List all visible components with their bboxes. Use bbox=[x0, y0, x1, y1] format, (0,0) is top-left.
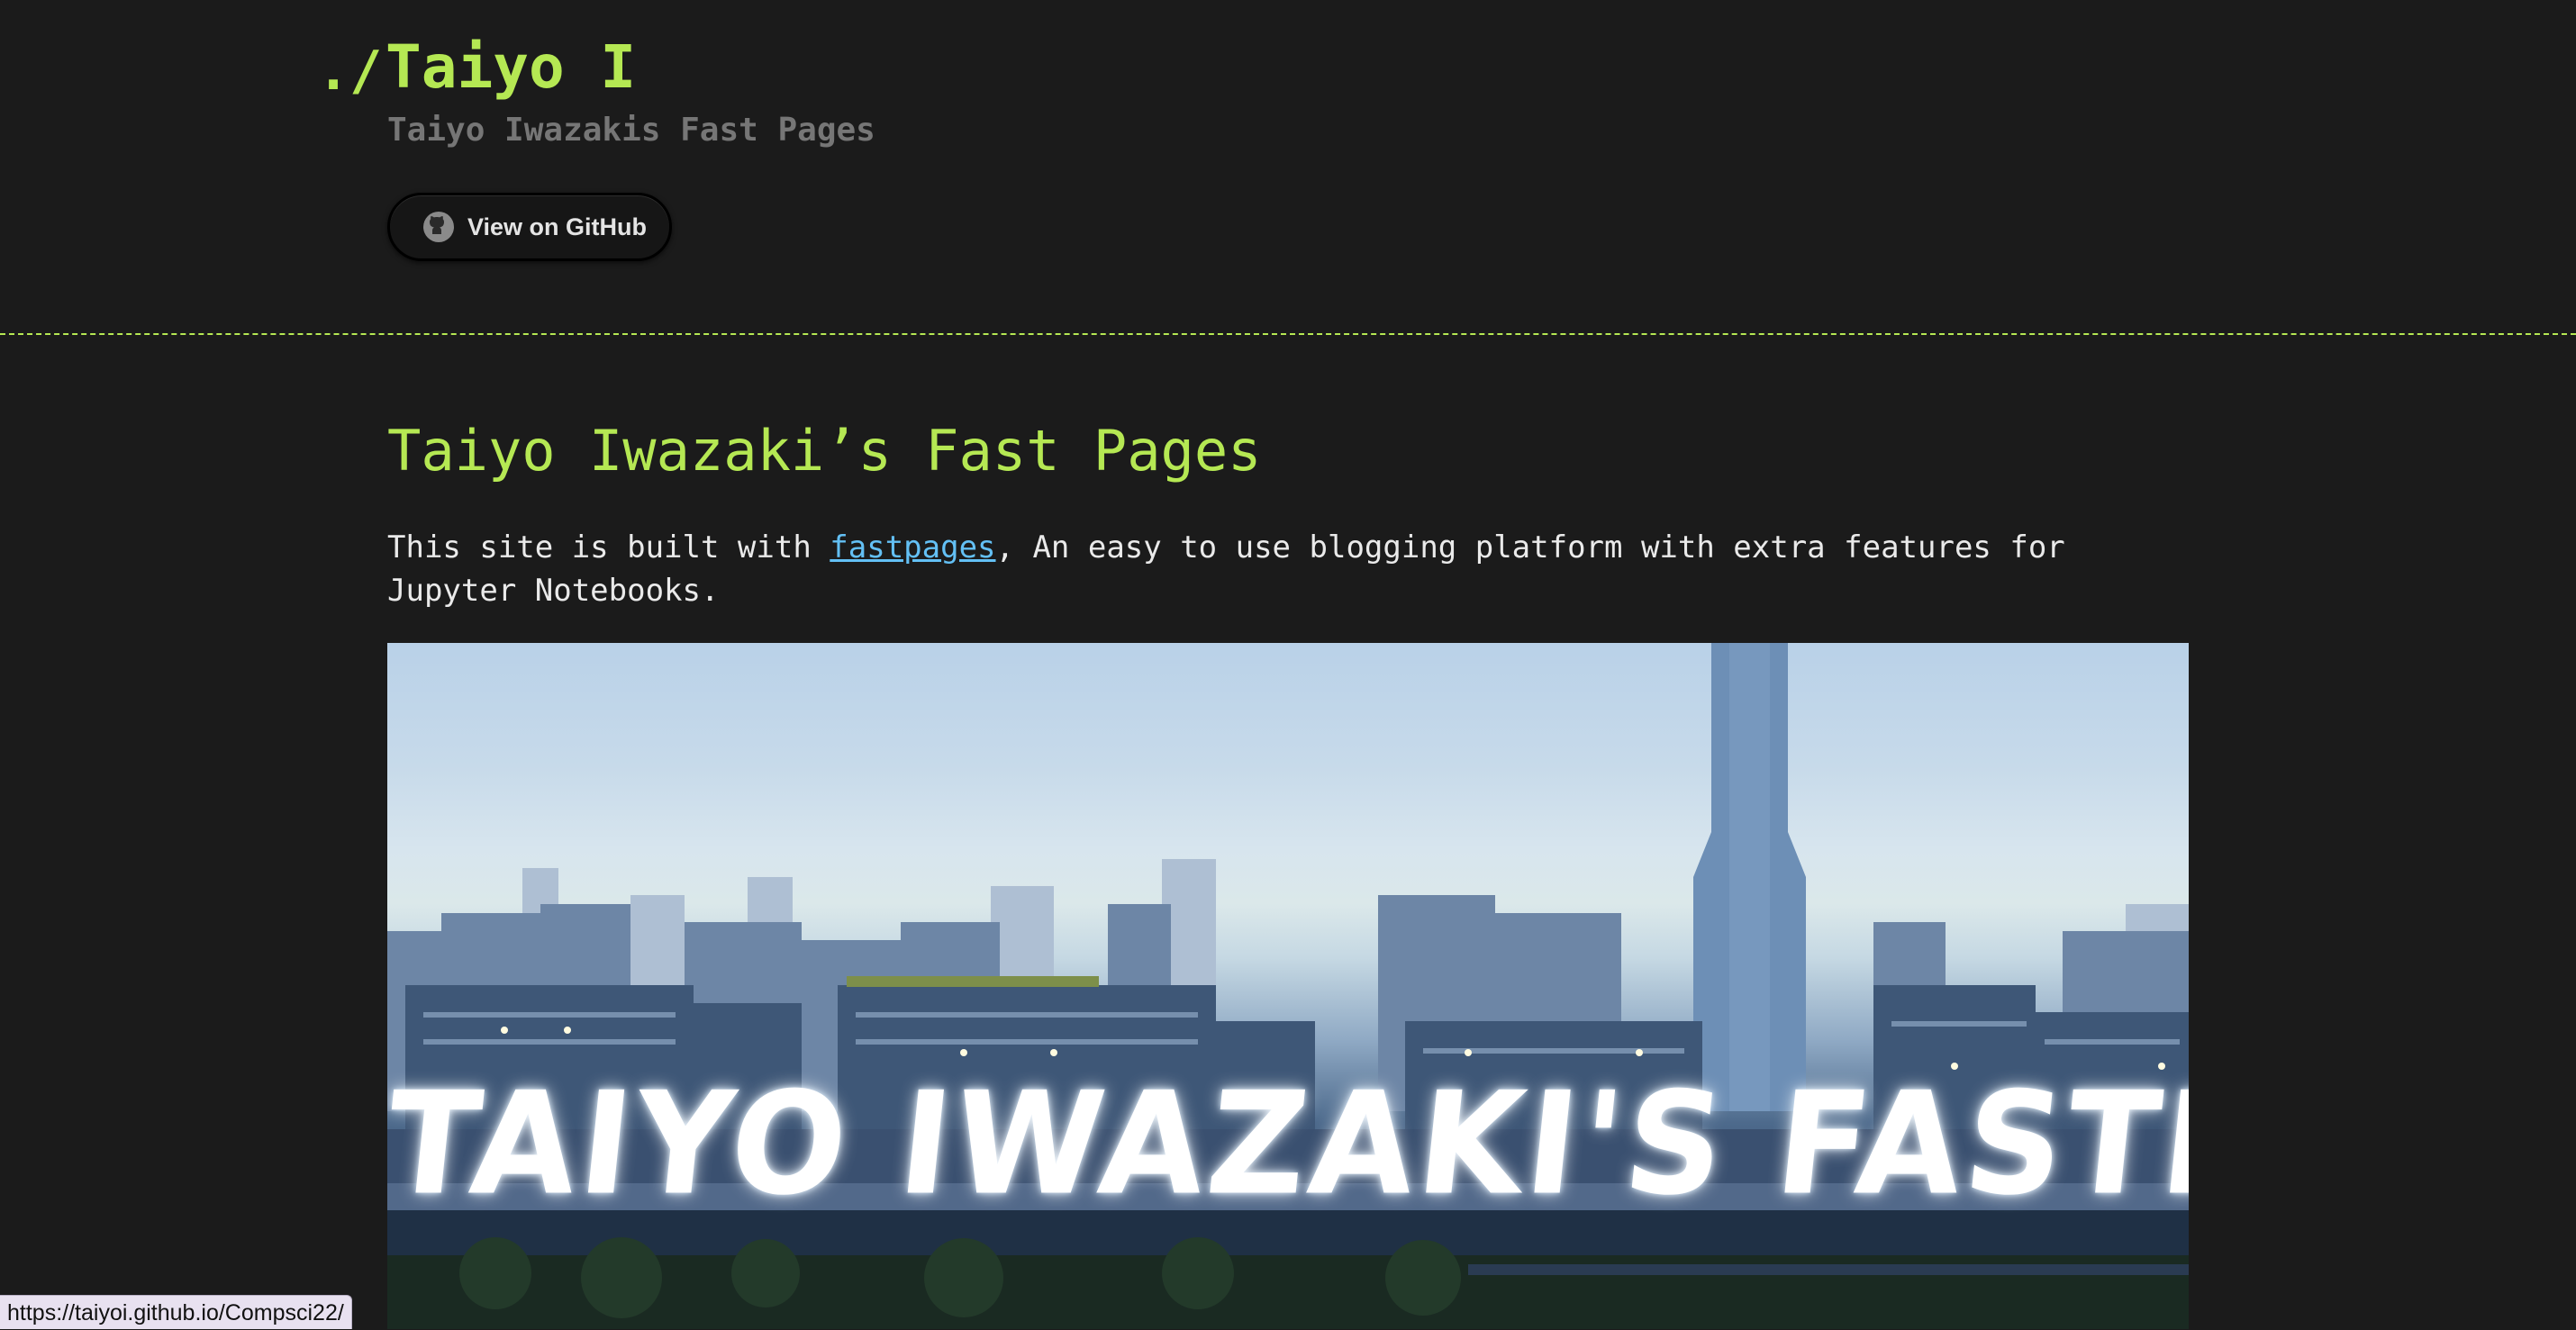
banner-title: TAIYO IWAZAKI'S FASTPAGES bbox=[387, 1062, 2189, 1227]
github-icon bbox=[422, 211, 455, 243]
fastpages-link[interactable]: fastpages bbox=[830, 529, 995, 565]
site-subtitle: Taiyo Iwazakis Fast Pages bbox=[387, 112, 875, 149]
prompt-symbol: ./ bbox=[317, 40, 383, 103]
view-on-github-button[interactable]: View on GitHub bbox=[387, 193, 672, 261]
intro-paragraph: This site is built with fastpages, An ea… bbox=[387, 526, 2189, 612]
site-title[interactable]: Taiyo I bbox=[385, 32, 636, 102]
page-title: Taiyo Iwazaki’s Fast Pages bbox=[387, 418, 1262, 484]
intro-text-before: This site is built with bbox=[387, 529, 830, 565]
banner-image: TAIYO IWAZAKI'S FASTPAGES bbox=[387, 643, 2189, 1329]
browser-status-bar: https://taiyoi.github.io/Compsci22/ bbox=[0, 1295, 352, 1329]
github-button-label: View on GitHub bbox=[467, 213, 648, 240]
site-header: ./ Taiyo I Taiyo Iwazakis Fast Pages Vie… bbox=[0, 0, 2576, 335]
